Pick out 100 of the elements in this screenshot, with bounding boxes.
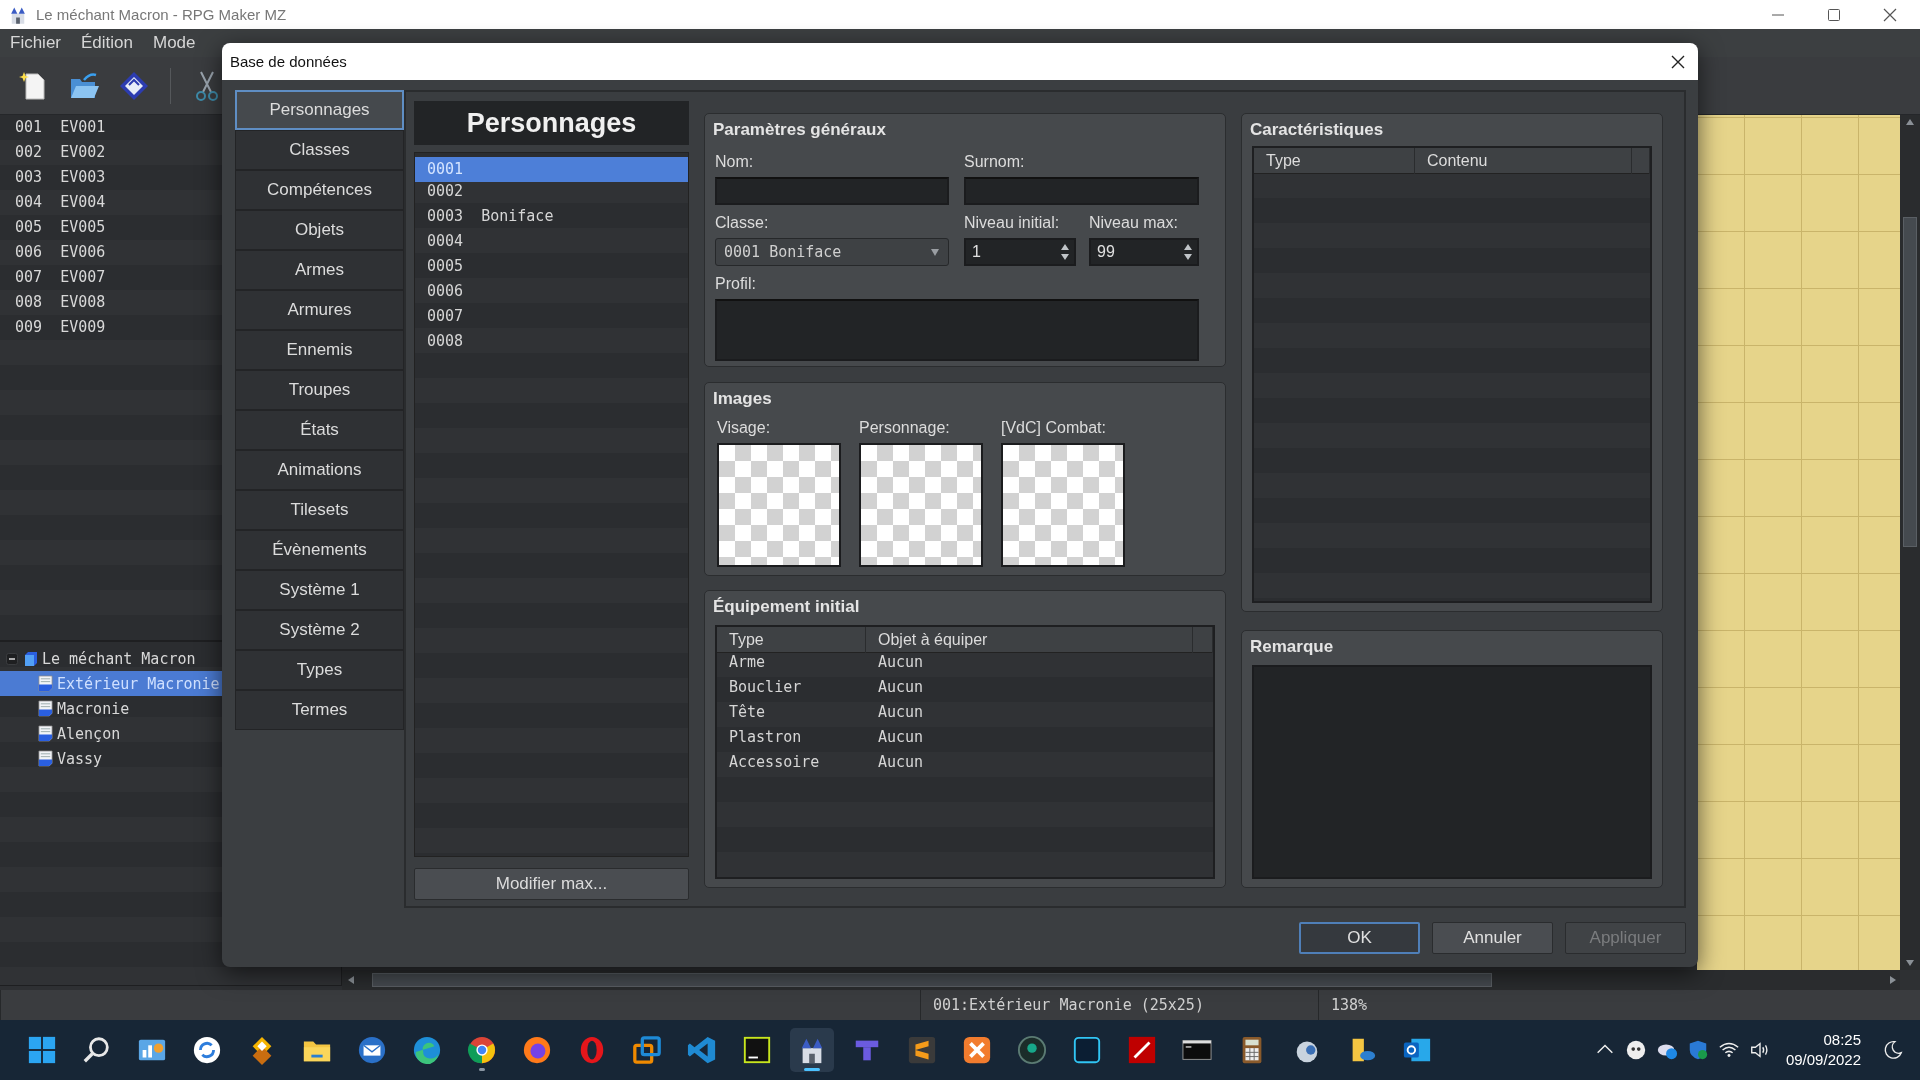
field-label: [VdC] Combat: bbox=[1001, 419, 1107, 438]
field-label: Surnom: bbox=[964, 153, 1026, 172]
scroll-right-icon[interactable] bbox=[1888, 975, 1898, 985]
category-tab[interactable]: Animations bbox=[235, 450, 404, 490]
scroll-left-icon[interactable] bbox=[346, 975, 356, 985]
close-icon[interactable] bbox=[1670, 53, 1686, 70]
name-field[interactable] bbox=[715, 177, 949, 205]
nickname-field[interactable] bbox=[964, 177, 1199, 205]
scroll-up-icon[interactable] bbox=[1905, 117, 1915, 127]
field-label: Niveau max: bbox=[1089, 214, 1179, 233]
number-spinner[interactable]: 99 bbox=[1089, 238, 1199, 266]
category-tab[interactable]: Ennemis bbox=[235, 330, 404, 370]
spinner-value: 99 bbox=[1097, 243, 1115, 261]
category-tab[interactable]: États bbox=[235, 410, 404, 450]
cube-icon bbox=[22, 650, 38, 667]
app-icon bbox=[907, 1035, 937, 1065]
table-cell-text: Bouclier bbox=[728, 678, 803, 698]
collapse-toggle-icon[interactable] bbox=[6, 652, 18, 665]
menu-item[interactable]: Fichier bbox=[0, 33, 71, 53]
scroll-down-icon[interactable] bbox=[1905, 958, 1915, 968]
spinner-arrows-icon[interactable] bbox=[1060, 242, 1070, 262]
search-icon bbox=[82, 1035, 112, 1065]
category-tab[interactable]: Personnages bbox=[235, 90, 404, 130]
category-tab[interactable]: Armes bbox=[235, 250, 404, 290]
menu-item[interactable]: Édition bbox=[71, 33, 143, 53]
table-cell-text: Aucun bbox=[877, 728, 925, 748]
caret-icon bbox=[930, 247, 940, 257]
group-title: Images bbox=[713, 389, 773, 410]
map-page-icon bbox=[38, 700, 53, 717]
save-icon[interactable] bbox=[118, 69, 150, 102]
ghost-icon[interactable] bbox=[1624, 1039, 1647, 1061]
spinner-arrows-icon[interactable] bbox=[1183, 242, 1193, 262]
column-header[interactable]: Objet à équiper bbox=[866, 627, 1193, 653]
profile-field[interactable] bbox=[715, 299, 1199, 361]
column-header[interactable]: Type bbox=[717, 627, 866, 653]
tree-item[interactable]: Le méchant Macron bbox=[0, 646, 222, 671]
modify-max-button[interactable]: Modifier max... bbox=[414, 868, 689, 900]
field-label: Niveau initial: bbox=[964, 214, 1061, 233]
vertical-scrollbar[interactable] bbox=[1900, 115, 1920, 970]
category-tab[interactable]: Classes bbox=[235, 130, 404, 170]
list-title: Personnages bbox=[414, 101, 689, 145]
app-icon bbox=[687, 1035, 717, 1065]
list-item[interactable]: 0008 bbox=[415, 332, 688, 353]
number-spinner[interactable]: 1 bbox=[964, 238, 1076, 266]
dialog-button[interactable]: OK bbox=[1299, 922, 1420, 954]
table-cell-text: Arme bbox=[728, 653, 767, 673]
tree-item[interactable]: Macronie bbox=[0, 696, 222, 721]
category-tab[interactable]: Système 1 bbox=[235, 570, 404, 610]
group-title: Remarque bbox=[1250, 637, 1335, 658]
app-icon bbox=[1072, 1035, 1102, 1065]
group-title: Équipement initial bbox=[713, 597, 861, 618]
group-title: Caractéristiques bbox=[1250, 120, 1385, 141]
table-cell-text: Accessoire bbox=[728, 753, 821, 773]
tree-item[interactable]: Vassy bbox=[0, 746, 222, 771]
image-slot[interactable] bbox=[1001, 443, 1125, 567]
category-tab[interactable]: Troupes bbox=[235, 370, 404, 410]
taskbar-button[interactable] bbox=[790, 1028, 834, 1072]
list-item[interactable]: 0006 bbox=[415, 282, 688, 303]
moon-icon[interactable] bbox=[1882, 1039, 1904, 1061]
app-icon bbox=[412, 1035, 442, 1065]
clock[interactable]: 08:25 09/09/2022 bbox=[1785, 1030, 1861, 1070]
category-tab[interactable]: Compétences bbox=[235, 170, 404, 210]
map-page-icon bbox=[38, 750, 53, 767]
dialog-button[interactable]: Annuler bbox=[1432, 922, 1553, 954]
tree-item[interactable]: Alençon bbox=[0, 721, 222, 746]
column-header[interactable]: Contenu bbox=[1415, 148, 1632, 174]
list-item[interactable]: 0005 bbox=[415, 257, 688, 278]
list-item[interactable]: 0004 bbox=[415, 232, 688, 253]
horizontal-scrollbar[interactable] bbox=[342, 970, 1900, 990]
table-cell-text: Aucun bbox=[877, 703, 925, 723]
menu-item[interactable]: Mode bbox=[143, 33, 206, 53]
app-icon bbox=[742, 1035, 772, 1065]
app-icon bbox=[962, 1035, 992, 1065]
field-label: Classe: bbox=[715, 214, 770, 233]
table-cell-text: Plastron bbox=[728, 728, 803, 748]
image-slot[interactable] bbox=[859, 443, 983, 567]
class-dropdown[interactable]: 0001 Boniface bbox=[715, 238, 949, 266]
image-slot[interactable] bbox=[717, 443, 841, 567]
clock-date: 09/09/2022 bbox=[1785, 1050, 1861, 1070]
dropdown-value: 0001 Boniface bbox=[724, 243, 842, 261]
map-page-icon bbox=[38, 725, 53, 742]
category-tab[interactable]: Évènements bbox=[235, 530, 404, 570]
column-header[interactable]: Type bbox=[1254, 148, 1415, 174]
note-field[interactable] bbox=[1252, 665, 1652, 879]
group-title: Paramètres généraux bbox=[713, 120, 887, 141]
category-tab[interactable]: Système 2 bbox=[235, 610, 404, 650]
squares-icon bbox=[632, 1035, 662, 1065]
maximize-icon[interactable] bbox=[1826, 6, 1842, 23]
list-item[interactable]: 0002 bbox=[415, 182, 688, 203]
category-tab[interactable]: Termes bbox=[235, 690, 404, 730]
category-tab[interactable]: Tilesets bbox=[235, 490, 404, 530]
list-item[interactable]: 0007 bbox=[415, 307, 688, 328]
field-label: Visage: bbox=[717, 419, 772, 438]
list-item[interactable]: 0003 Boniface bbox=[415, 207, 688, 228]
close-icon[interactable] bbox=[1882, 6, 1898, 23]
category-tab[interactable]: Armures bbox=[235, 290, 404, 330]
field-label: Profil: bbox=[715, 275, 757, 294]
category-tab[interactable]: Types bbox=[235, 650, 404, 690]
category-tab[interactable]: Objets bbox=[235, 210, 404, 250]
table-cell-text: Tête bbox=[728, 703, 767, 723]
